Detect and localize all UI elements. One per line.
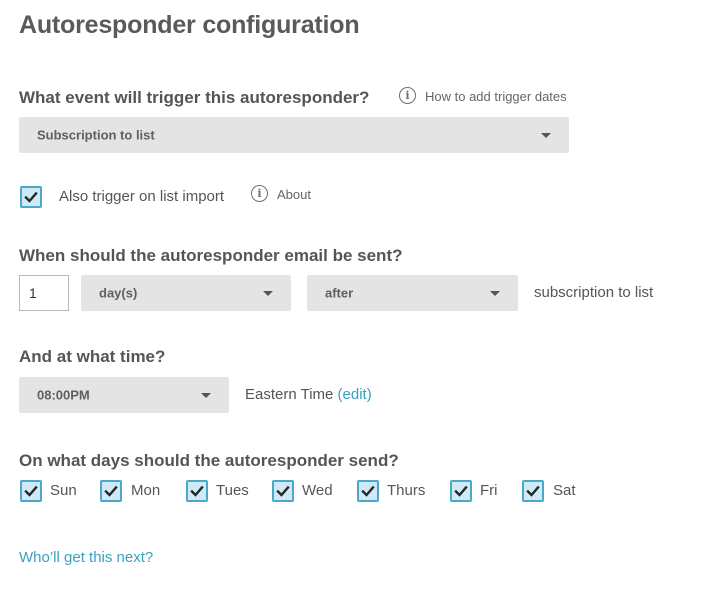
timing-suffix: subscription to list — [534, 284, 654, 301]
timing-heading: When should the autoresponder email be s… — [19, 246, 403, 265]
trigger-help-link[interactable]: How to add trigger dates — [425, 89, 567, 104]
day-label-tues: Tues — [216, 482, 249, 499]
delay-amount-input[interactable] — [19, 275, 69, 311]
trigger-event-select[interactable]: Subscription to list — [19, 117, 569, 153]
checkmark-icon — [190, 485, 204, 497]
autoresponder-config-page: Autoresponder configuration What event w… — [0, 0, 706, 589]
day-label-sat: Sat — [553, 482, 576, 499]
delay-unit-value: day(s) — [99, 285, 138, 301]
day-checkbox-sat[interactable] — [522, 480, 544, 502]
checkmark-icon — [454, 485, 468, 497]
day-label-fri: Fri — [480, 482, 498, 499]
chevron-down-icon — [201, 393, 211, 398]
checkmark-icon — [361, 485, 375, 497]
checkmark-icon — [276, 485, 290, 497]
trigger-heading: What event will trigger this autorespond… — [19, 88, 370, 107]
day-label-thurs: Thurs — [387, 482, 426, 499]
delay-relation-select[interactable]: after — [307, 275, 518, 311]
day-label-wed: Wed — [302, 482, 333, 499]
delay-relation-value: after — [325, 285, 354, 301]
timezone-value: Eastern Time — [245, 386, 334, 403]
send-time-value: 08:00PM — [37, 387, 90, 403]
trigger-event-value: Subscription to list — [37, 127, 155, 143]
edit-timezone-link[interactable]: (edit) — [338, 386, 372, 403]
about-link[interactable]: About — [277, 187, 311, 202]
day-checkbox-thurs[interactable] — [357, 480, 379, 502]
checkmark-icon — [104, 485, 118, 497]
send-time-select[interactable]: 08:00PM — [19, 377, 229, 413]
delay-unit-select[interactable]: day(s) — [81, 275, 291, 311]
info-icon[interactable]: i — [399, 87, 416, 104]
day-checkbox-tues[interactable] — [186, 480, 208, 502]
time-heading: And at what time? — [19, 347, 166, 366]
day-checkbox-sun[interactable] — [20, 480, 42, 502]
day-label-mon: Mon — [131, 482, 161, 499]
also-trigger-import-checkbox[interactable] — [20, 186, 42, 208]
checkmark-icon — [24, 191, 38, 203]
chevron-down-icon — [263, 291, 273, 296]
checkmark-icon — [526, 485, 540, 497]
day-checkbox-fri[interactable] — [450, 480, 472, 502]
chevron-down-icon — [490, 291, 500, 296]
chevron-down-icon — [541, 133, 551, 138]
day-checkbox-wed[interactable] — [272, 480, 294, 502]
day-label-sun: Sun — [50, 482, 77, 499]
checkmark-icon — [24, 485, 38, 497]
who-gets-next-link[interactable]: Who’ll get this next? — [19, 549, 153, 566]
timezone-label: Eastern Time (edit) — [245, 386, 372, 403]
day-checkbox-mon[interactable] — [100, 480, 122, 502]
info-icon[interactable]: i — [251, 185, 268, 202]
also-trigger-import-label: Also trigger on list import — [59, 188, 225, 205]
page-title: Autoresponder configuration — [19, 11, 360, 39]
days-heading: On what days should the autoresponder se… — [19, 451, 399, 470]
